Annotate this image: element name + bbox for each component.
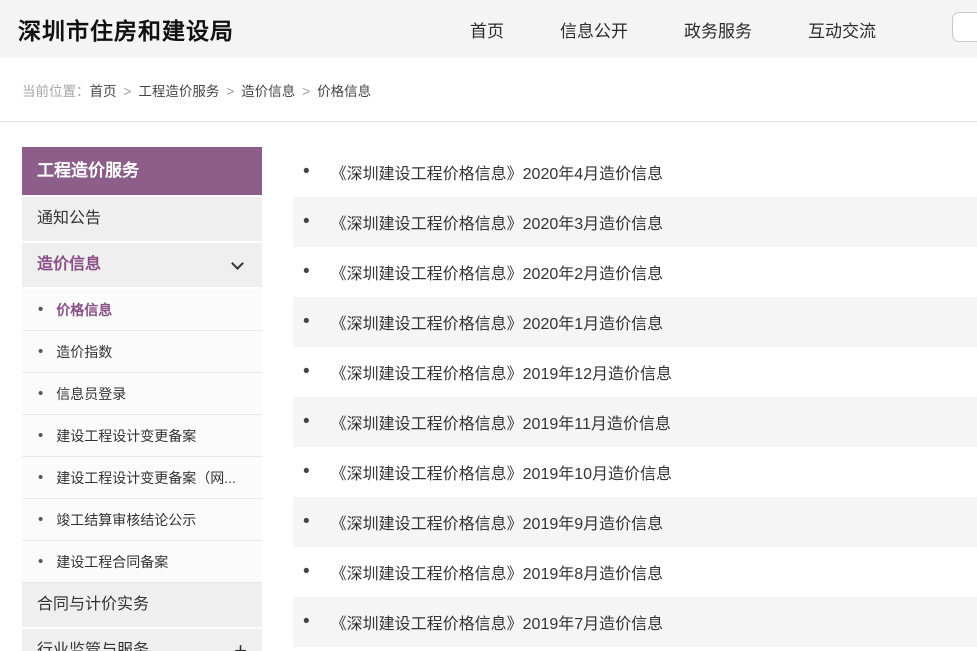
article-title: 《深圳建设工程价格信息》2020年4月造价信息 [331, 160, 664, 184]
sidebar-menu: 通知公告造价信息 • 价格信息 • 造价指数 • 信息员登录 • 建设工程设计变更备案 • 建设工程… [22, 197, 262, 651]
bullet-icon: • [38, 343, 43, 360]
sidebar-item-造价信息[interactable]: 造价信息 [22, 243, 262, 287]
sidebar-item-label: 合同与计价实务 [37, 596, 149, 613]
nav-item-政务服务[interactable]: 政务服务 [684, 17, 752, 42]
site-title: 深圳市住房和建设局 [18, 12, 234, 46]
bullet-icon: • [303, 261, 310, 283]
breadcrumb-separator: > [302, 84, 310, 99]
bullet-icon: • [303, 211, 310, 233]
bullet-icon: • [303, 311, 310, 333]
breadcrumb-link[interactable]: 造价信息 [241, 84, 295, 99]
sidebar-item-通知公告[interactable]: 通知公告 [22, 197, 262, 241]
top-nav: 首页 信息公开 政务服务 互动交流 [470, 0, 876, 58]
sidebar-item-竣工结算审核结论公示[interactable]: • 竣工结算审核结论公示 [22, 499, 262, 541]
breadcrumb-separator: > [124, 84, 132, 99]
page: 深圳市住房和建设局 首页 信息公开 政务服务 互动交流 当前位置： 首页 > 工程造价服务… [0, 0, 977, 651]
sidebar-item-建设工程设计变更备案[interactable]: • 建设工程设计变更备案 [22, 415, 262, 457]
article-title: 《深圳建设工程价格信息》2019年8月造价信息 [331, 560, 664, 584]
sidebar-item-价格信息[interactable]: • 价格信息 [22, 289, 262, 331]
sidebar-item-造价指数[interactable]: • 造价指数 [22, 331, 262, 373]
bullet-icon: • [303, 161, 310, 183]
bullet-icon: • [38, 385, 43, 402]
list-item[interactable]: • 《深圳建设工程价格信息》2020年2月造价信息 [293, 247, 977, 297]
search-input[interactable] [952, 12, 977, 42]
sidebar-item-label: 建设工程合同备案 [56, 552, 168, 572]
article-title: 《深圳建设工程价格信息》2019年10月造价信息 [331, 460, 672, 484]
sidebar-item-label: 造价信息 [37, 256, 101, 273]
sidebar-item-合同与计价实务[interactable]: 合同与计价实务 [22, 583, 262, 627]
site-header: 深圳市住房和建设局 首页 信息公开 政务服务 互动交流 [0, 0, 977, 58]
breadcrumb-label: 当前位置： [22, 80, 90, 100]
sidebar-item-label: 通知公告 [37, 210, 101, 227]
article-list: • 《深圳建设工程价格信息》2020年4月造价信息 • 《深圳建设工程价格信息》202… [293, 147, 977, 647]
bullet-icon: • [38, 553, 43, 570]
breadcrumb: 当前位置： 首页 > 工程造价服务 > 造价信息 > 价格信息 [0, 58, 977, 122]
article-title: 《深圳建设工程价格信息》2020年1月造价信息 [331, 310, 664, 334]
article-title: 《深圳建设工程价格信息》2019年12月造价信息 [331, 360, 672, 384]
article-title: 《深圳建设工程价格信息》2019年9月造价信息 [331, 510, 664, 534]
nav-item-信息公开[interactable]: 信息公开 [560, 17, 628, 42]
bullet-icon: • [303, 461, 310, 483]
sidebar-item-label: 信息员登录 [56, 384, 126, 404]
article-title: 《深圳建设工程价格信息》2020年2月造价信息 [331, 260, 664, 284]
bullet-icon: • [303, 411, 310, 433]
sidebar-item-label: 竣工结算审核结论公示 [56, 510, 196, 530]
breadcrumb-link[interactable]: 首页 [90, 84, 117, 99]
breadcrumb-items: 首页 > 工程造价服务 > 造价信息 > 价格信息 [90, 80, 372, 100]
bullet-icon: • [303, 511, 310, 533]
list-item[interactable]: • 《深圳建设工程价格信息》2019年10月造价信息 [293, 447, 977, 497]
breadcrumb-link[interactable]: 价格信息 [317, 84, 371, 99]
nav-item-互动交流[interactable]: 互动交流 [808, 17, 876, 42]
bullet-icon: • [38, 469, 43, 486]
sidebar-item-label: 价格信息 [56, 300, 112, 320]
list-item[interactable]: • 《深圳建设工程价格信息》2020年4月造价信息 [293, 147, 977, 197]
bullet-icon: • [38, 427, 43, 444]
bullet-icon: • [303, 611, 310, 633]
list-item[interactable]: • 《深圳建设工程价格信息》2019年9月造价信息 [293, 497, 977, 547]
sidebar-item-建设工程设计变更备案[interactable]: • 建设工程设计变更备案（网... [22, 457, 262, 499]
list-item[interactable]: • 《深圳建设工程价格信息》2020年3月造价信息 [293, 197, 977, 247]
content: 工程造价服务 通知公告造价信息 • 价格信息 • 造价指数 • 信息员登录 • 建设工程设计变更… [0, 122, 977, 651]
list-item[interactable]: • 《深圳建设工程价格信息》2019年7月造价信息 [293, 597, 977, 647]
list-item[interactable]: • 《深圳建设工程价格信息》2020年1月造价信息 [293, 297, 977, 347]
sidebar-title: 工程造价服务 [22, 147, 262, 195]
breadcrumb-separator: > [226, 84, 234, 99]
list-item[interactable]: • 《深圳建设工程价格信息》2019年11月造价信息 [293, 397, 977, 447]
sidebar-item-label: 行业监管与服务 [37, 642, 149, 651]
sidebar-item-建设工程合同备案[interactable]: • 建设工程合同备案 [22, 541, 262, 583]
chevron-down-icon [231, 257, 244, 270]
bullet-icon: • [38, 511, 43, 528]
breadcrumb-link[interactable]: 工程造价服务 [138, 84, 219, 99]
article-title: 《深圳建设工程价格信息》2020年3月造价信息 [331, 210, 664, 234]
sidebar-item-行业监管与服务[interactable]: 行业监管与服务 + [22, 629, 262, 651]
sidebar-item-label: 建设工程设计变更备案（网... [56, 468, 236, 488]
bullet-icon: • [303, 561, 310, 583]
nav-item-首页[interactable]: 首页 [470, 17, 504, 42]
article-title: 《深圳建设工程价格信息》2019年11月造价信息 [331, 410, 671, 434]
bullet-icon: • [38, 301, 43, 318]
sidebar-item-信息员登录[interactable]: • 信息员登录 [22, 373, 262, 415]
sidebar-item-label: 造价指数 [56, 342, 112, 362]
article-title: 《深圳建设工程价格信息》2019年7月造价信息 [331, 610, 664, 634]
plus-icon[interactable]: + [234, 629, 247, 651]
bullet-icon: • [303, 361, 310, 383]
sidebar-item-label: 建设工程设计变更备案 [56, 426, 196, 446]
sidebar: 工程造价服务 通知公告造价信息 • 价格信息 • 造价指数 • 信息员登录 • 建设工程设计变更… [22, 147, 262, 651]
list-item[interactable]: • 《深圳建设工程价格信息》2019年8月造价信息 [293, 547, 977, 597]
list-item[interactable]: • 《深圳建设工程价格信息》2019年12月造价信息 [293, 347, 977, 397]
